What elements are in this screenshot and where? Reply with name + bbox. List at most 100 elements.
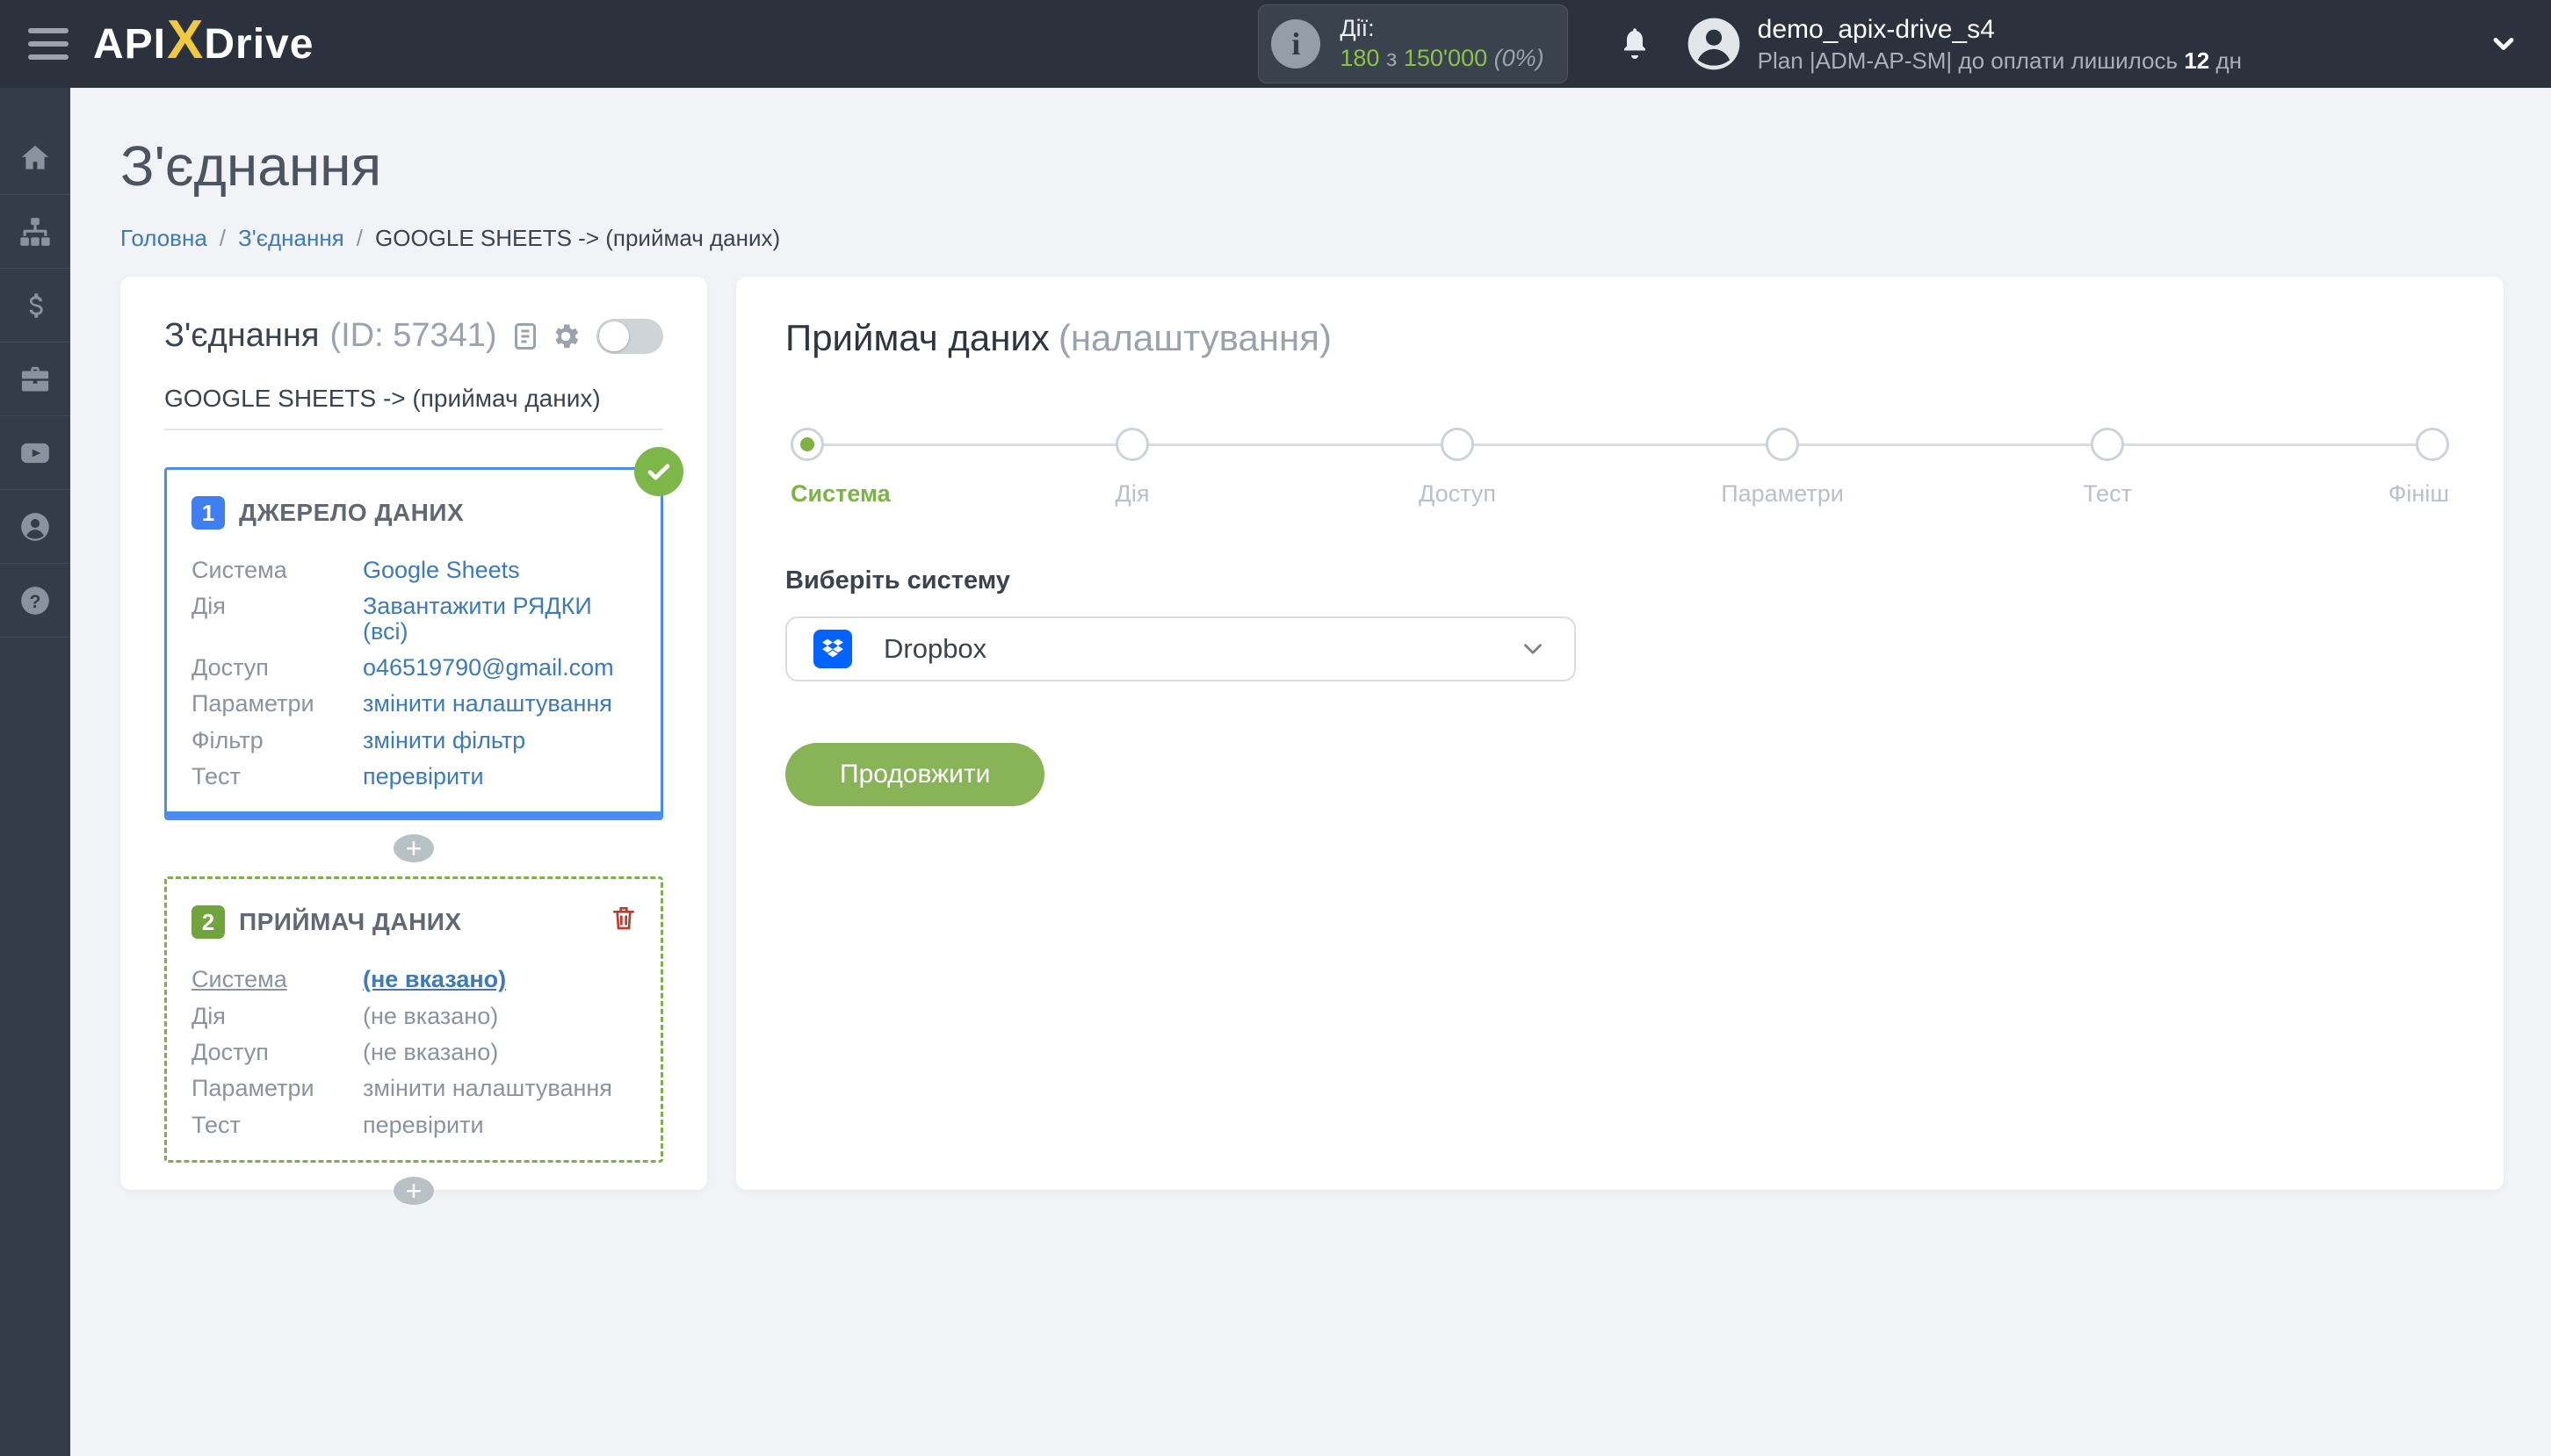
table-row: Параметри змінити налаштування [192, 1075, 612, 1102]
step-parameters[interactable]: Параметри [1721, 428, 2091, 507]
step-connector [1149, 443, 1441, 446]
actions-counter-badge[interactable]: i Дії: 180 з 150'000 (0%) [1258, 4, 1568, 83]
source-access-link[interactable]: o46519790@gmail.com [363, 655, 614, 681]
add-step-button[interactable]: + [394, 834, 434, 863]
receiver-system-link[interactable]: (не вказано) [363, 967, 506, 992]
data-receiver-block[interactable]: 2 ПРИЙМАЧ ДАНИХ Система (не вказано) Дія… [164, 876, 663, 1164]
step-circle[interactable] [1116, 428, 1149, 461]
receiver-settings-card: Приймач даних (налаштування) Система Дія … [736, 277, 2504, 1190]
logo-part-api: API [93, 21, 167, 68]
video-icon [21, 443, 49, 463]
breadcrumb: Головна / З'єднання / GOOGLE SHEETS -> (… [120, 225, 2504, 252]
setup-stepper: Система Дія Доступ Параметри Тест Фініш [791, 428, 2449, 507]
user-plan: Plan |ADM-AP-SM| до оплати лишилось 12 д… [1757, 47, 2242, 74]
chevron-down-icon [1518, 634, 1548, 664]
connection-overview-card: З'єднання (ID: 57341) GOOGLE SHEETS -> (… [120, 277, 707, 1206]
toggle-knob [599, 321, 629, 351]
source-action-link[interactable]: Завантажити РЯДКИ (всі) [363, 594, 636, 644]
sidebar-item-video[interactable] [0, 416, 70, 490]
step-circle[interactable] [2091, 428, 2124, 461]
breadcrumb-section[interactable]: З'єднання [238, 225, 344, 252]
step-test[interactable]: Тест [2083, 428, 2416, 507]
connection-id: (ID: 57341) [329, 317, 497, 354]
continue-button[interactable]: Продовжити [785, 743, 1045, 806]
sidebar-item-account[interactable] [0, 490, 70, 564]
dropbox-icon [813, 630, 852, 668]
hamburger-menu-icon[interactable] [25, 23, 74, 65]
table-row: Доступ o46519790@gmail.com [192, 654, 614, 681]
step-finish[interactable]: Фініш [2388, 428, 2449, 507]
chevron-down-icon[interactable] [2488, 28, 2519, 60]
step-connector [1799, 443, 2091, 446]
gear-icon[interactable] [550, 321, 582, 352]
toolbox-icon [21, 366, 49, 391]
step-connector [2124, 443, 2416, 446]
data-source-block[interactable]: 1 ДЖЕРЕЛО ДАНИХ Система Google Sheets Ді… [164, 447, 683, 821]
system-select[interactable]: Dropbox [785, 616, 1576, 681]
home-icon [21, 145, 49, 169]
document-icon[interactable] [509, 321, 541, 352]
source-params-link[interactable]: змінити налаштування [363, 691, 612, 717]
svg-text:?: ? [29, 590, 40, 611]
table-row: Дія (не вказано) [192, 1002, 499, 1029]
receiver-action-value: (не вказано) [363, 1002, 499, 1029]
source-block-rows: Система Google Sheets Дія Завантажити РЯ… [192, 558, 636, 789]
sidebar-item-home[interactable] [0, 121, 70, 195]
actions-label: Дії: [1340, 15, 1375, 42]
source-filter-link[interactable]: змінити фільтр [363, 727, 525, 753]
logo-part-drive: Drive [204, 21, 314, 68]
breadcrumb-separator: / [356, 225, 363, 251]
info-icon: i [1271, 19, 1321, 68]
step-circle[interactable] [2416, 428, 2449, 461]
select-system-label: Виберіть систему [785, 566, 1010, 595]
sidebar-item-connections[interactable] [0, 195, 70, 269]
connection-enabled-toggle[interactable] [596, 318, 663, 354]
logo-part-x: X [167, 10, 204, 70]
table-row: Дія Завантажити РЯДКИ (всі) [192, 594, 636, 644]
connections-icon [20, 217, 50, 246]
app-logo[interactable]: API X Drive [93, 10, 314, 70]
block-number-badge: 1 [192, 496, 225, 530]
step-action[interactable]: Дія [1116, 428, 1441, 507]
user-menu[interactable]: demo_apix-drive_s4 Plan |ADM-AP-SM| до о… [1686, 12, 2242, 76]
user-name: demo_apix-drive_s4 [1757, 14, 1995, 44]
breadcrumb-home[interactable]: Головна [120, 225, 207, 252]
block-title: ПРИЙМАЧ ДАНИХ [239, 908, 462, 936]
table-row: Система Google Sheets [192, 557, 520, 583]
user-info: demo_apix-drive_s4 Plan |ADM-AP-SM| до о… [1758, 12, 2242, 76]
step-connector [1474, 443, 1766, 446]
selected-system-name: Dropbox [884, 633, 987, 664]
delete-block-icon[interactable] [610, 904, 638, 932]
source-system-link[interactable]: Google Sheets [363, 558, 520, 583]
main-content: З'єднання Головна / З'єднання / GOOGLE S… [70, 88, 2551, 1456]
table-row: Система (не вказано) [192, 966, 507, 993]
add-step-button[interactable]: + [394, 1177, 434, 1206]
actions-counts: 180 з 150'000 (0%) [1340, 45, 1544, 71]
block-title: ДЖЕРЕЛО ДАНИХ [239, 499, 465, 526]
notifications-bell-icon[interactable] [1617, 26, 1652, 61]
step-access[interactable]: Доступ [1419, 428, 1766, 507]
receiver-access-value: (не вказано) [363, 1039, 499, 1066]
connection-subtitle: GOOGLE SHEETS -> (приймач даних) [164, 385, 663, 430]
step-circle[interactable] [791, 428, 824, 461]
billing-icon [29, 292, 43, 318]
sidebar-item-toolbox[interactable] [0, 342, 70, 416]
table-row: Тест перевірити [192, 763, 484, 790]
connection-header: З'єднання (ID: 57341) [164, 317, 663, 355]
step-circle[interactable] [1441, 428, 1474, 461]
sidebar-item-help[interactable]: ? [0, 564, 70, 638]
source-test-link[interactable]: перевірити [363, 764, 484, 789]
block-number-badge: 2 [192, 905, 225, 940]
table-row: Доступ (не вказано) [192, 1039, 499, 1066]
table-row: Параметри змінити налаштування [192, 690, 612, 717]
table-row: Тест перевірити [192, 1111, 484, 1138]
receiver-params-value: змінити налаштування [363, 1075, 612, 1102]
connection-title: З'єднання [164, 317, 320, 354]
receiver-block-rows: Система (не вказано) Дія (не вказано) До… [192, 967, 636, 1137]
step-system[interactable]: Система [791, 428, 1116, 507]
check-badge-icon [634, 447, 683, 496]
step-connector [824, 443, 1116, 446]
breadcrumb-separator: / [219, 225, 227, 251]
sidebar-item-billing[interactable] [0, 269, 70, 342]
step-circle[interactable] [1766, 428, 1799, 461]
